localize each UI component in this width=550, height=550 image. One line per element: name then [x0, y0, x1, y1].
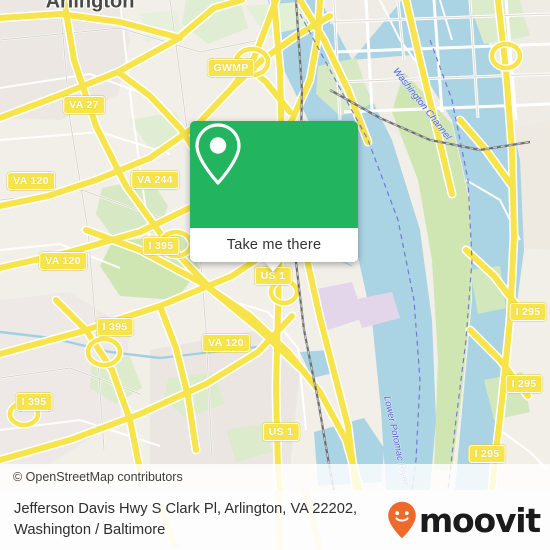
shield-va-120-3[interactable]: VA 120 [202, 334, 250, 352]
moovit-logo[interactable]: moovit [387, 500, 541, 540]
shield-i-395-1[interactable]: I 395 [142, 237, 180, 255]
shield-i-395-3[interactable]: I 395 [15, 393, 53, 411]
shield-i-295-1[interactable]: I 295 [509, 303, 547, 321]
shield-i-295-2[interactable]: I 295 [505, 375, 543, 393]
shield-us-1-2[interactable]: US 1 [262, 423, 300, 441]
shield-gwmp[interactable]: GWMP [207, 59, 255, 77]
place-label-arlington: Arlington [45, 0, 135, 13]
moovit-pin-smiley-icon [388, 501, 416, 539]
shield-i-295-3[interactable]: I 295 [468, 445, 506, 463]
popup-card[interactable]: Take me there [190, 121, 358, 262]
location-address: Jefferson Davis Hwy S Clark Pl, Arlingto… [14, 499, 387, 541]
map-screenshot: Arlington Washington Channel Lower Potom… [0, 0, 550, 550]
map-canvas[interactable]: Arlington Washington Channel Lower Potom… [0, 0, 550, 490]
map-pin-icon [195, 123, 241, 185]
shield-va-244[interactable]: VA 244 [131, 171, 179, 189]
map-attribution: © OpenStreetMap contributors [0, 464, 550, 490]
popup-card-header [190, 121, 358, 228]
address-line-2: Washington / Baltimore [14, 522, 166, 538]
footer-bar: Jefferson Davis Hwy S Clark Pl, Arlingto… [0, 490, 550, 550]
moovit-wordmark: moovit [418, 500, 541, 540]
shield-va-120-1[interactable]: VA 120 [7, 172, 55, 190]
popup-card-tail [264, 261, 282, 272]
shield-va-120-2[interactable]: VA 120 [39, 252, 87, 270]
shield-i-395-2[interactable]: I 395 [96, 318, 134, 336]
address-line-1: Jefferson Davis Hwy S Clark Pl, Arlingto… [14, 501, 358, 518]
take-me-there-button[interactable]: Take me there [190, 228, 358, 262]
shield-va-27[interactable]: VA 27 [63, 96, 105, 114]
